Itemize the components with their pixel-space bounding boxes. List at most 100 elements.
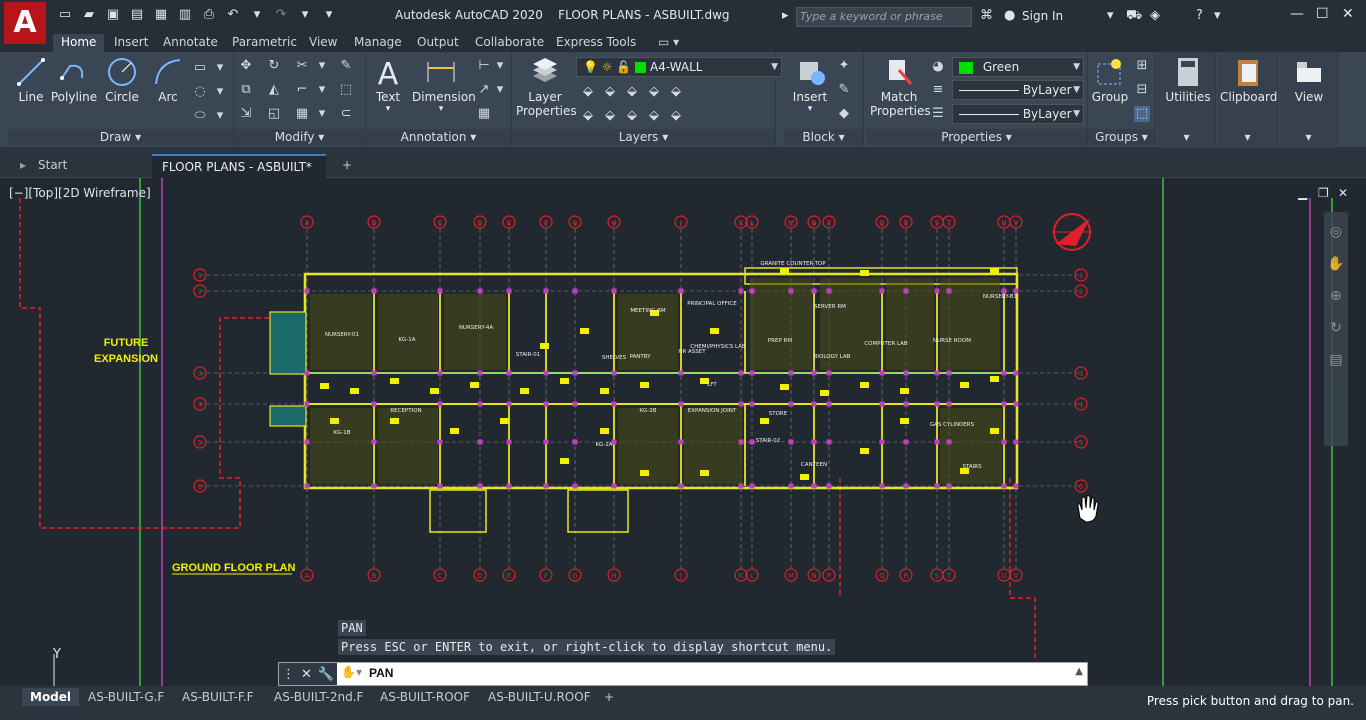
tab-manage[interactable]: Manage [346,34,410,52]
new-icon[interactable]: ▭ [56,6,74,24]
clipboard-panel[interactable]: Clipboard ▾ [1218,52,1278,148]
layer-tool-7-icon[interactable]: ⬙ [602,108,618,124]
utilities-dropdown-icon[interactable]: ▾ [1158,129,1215,145]
dimension-button[interactable]: Dimension ▾ [412,56,476,114]
create-block-icon[interactable]: ✦ [836,58,852,74]
tab-drawing-file[interactable]: FLOOR PLANS - ASBUILT* ✕ [152,154,326,196]
search-input[interactable]: Type a keyword or phrase [796,7,972,27]
explode-icon[interactable]: ⬚ [338,82,354,98]
command-line[interactable]: ⋮ ✕ 🔧 ✋▾ PAN ▲ [278,662,1088,686]
stretch-icon[interactable]: ⇲ [238,106,254,122]
layer-dropdown[interactable]: 💡 ☼ 🔓 A4-WALL ▼ [576,57,782,77]
rectangle-icon[interactable]: ▭ [192,60,208,76]
group-edit-icon[interactable]: ⊟ [1134,82,1150,98]
command-customize-icon[interactable]: 🔧 [318,667,334,682]
group-selection-icon[interactable]: ⬚ [1134,106,1150,122]
orbit-tool-icon[interactable]: ↻ [1324,320,1348,336]
leader-dropdown-icon[interactable]: ▾ [492,82,508,98]
minimize-icon[interactable]: — [1290,6,1304,22]
block-panel-title[interactable]: Block ▾ [784,129,863,145]
groups-panel-title[interactable]: Groups ▾ [1088,129,1155,145]
ungroup-icon[interactable]: ⊞ [1134,58,1150,74]
help-dropdown-icon[interactable]: ▾ [1214,8,1221,23]
color-wheel-icon[interactable]: ◕ [930,59,946,75]
layer-tool-6-icon[interactable]: ⬙ [580,108,596,124]
draw-more-2-icon[interactable]: ▾ [212,84,228,100]
viewport-close-icon[interactable]: ✕ [1338,186,1348,200]
layer-tool-1-icon[interactable]: ⬙ [580,84,596,100]
layer-tool-9-icon[interactable]: ⬙ [646,108,662,124]
polyline-button[interactable]: Polyline [50,56,98,104]
search-expand-icon[interactable]: ▸ [782,8,789,23]
tab-view[interactable]: View [301,34,345,52]
erase-icon[interactable]: ✎ [338,58,354,74]
attribute-icon[interactable]: ◆ [836,106,852,122]
line-button[interactable]: Line [14,56,48,104]
command-recent-icon[interactable]: ▲ [1075,666,1083,677]
layer-tool-4-icon[interactable]: ⬙ [646,84,662,100]
layout-tab-2nd[interactable]: AS-BUILT-2nd.F [266,688,371,706]
app-logo-button[interactable]: A [4,2,46,44]
annotation-panel-title[interactable]: Annotation ▾ [366,129,511,145]
pan-tool-icon[interactable]: ✋ [1324,256,1348,272]
match-properties-button[interactable]: Match Properties [870,56,931,118]
table-icon[interactable]: ▦ [476,106,492,122]
trim-dropdown-icon[interactable]: ▾ [314,58,330,74]
tab-insert[interactable]: Insert [106,34,156,52]
properties-panel-title[interactable]: Properties ▾ [866,129,1087,145]
linear-dim-dropdown-icon[interactable]: ▾ [492,58,508,74]
linetype-icon[interactable]: ☰ [930,106,946,122]
view-panel[interactable]: View ▾ [1280,52,1338,148]
move-icon[interactable]: ✥ [238,58,254,74]
tab-start[interactable]: Start [28,154,150,178]
maximize-icon[interactable]: ☐ [1316,6,1329,22]
trim-icon[interactable]: ✂ [294,58,310,74]
save-as-icon[interactable]: ▤ [128,6,146,24]
insert-dropdown-icon[interactable]: ▾ [788,104,832,114]
help-icon[interactable]: ? [1196,8,1203,23]
layout-tab-model[interactable]: Model [22,688,80,706]
zoom-tool-icon[interactable]: ⊕ [1324,288,1348,304]
redo-dropdown-icon[interactable]: ▾ [296,6,314,24]
array-icon[interactable]: ▦ [294,106,310,122]
customize-qat-icon[interactable]: ▾ [320,6,338,24]
layer-tool-2-icon[interactable]: ⬙ [602,84,618,100]
navigation-bar[interactable]: ◎ ✋ ⊕ ↻ ▤ [1324,212,1348,446]
command-close-icon[interactable]: ✕ [301,667,312,682]
upload-icon[interactable]: ▥ [176,6,194,24]
ellipse-icon[interactable]: ⬭ [192,108,208,124]
showmotion-icon[interactable]: ▤ [1324,352,1348,368]
hatch-icon[interactable]: ◌ [192,84,208,100]
tab-collaborate[interactable]: Collaborate [467,34,552,52]
array-dropdown-icon[interactable]: ▾ [314,106,330,122]
view-button[interactable]: View [1282,56,1336,104]
new-tab-button[interactable]: + [332,154,362,178]
modify-panel-title[interactable]: Modify ▾ [234,129,365,145]
binoculars-icon[interactable]: ⌘ [980,8,993,23]
autodesk-app-icon[interactable]: ◈ [1150,8,1160,23]
layer-properties-button[interactable]: Layer Properties [516,56,577,118]
tab-express-tools[interactable]: Express Tools [548,34,644,52]
sign-in-button[interactable]: Sign In [1022,9,1063,23]
rotate-icon[interactable]: ↻ [266,58,282,74]
view-dropdown-icon[interactable]: ▾ [1280,129,1337,145]
copy-icon[interactable]: ⧉ [238,82,254,98]
color-dropdown[interactable]: Green ▼ [952,57,1084,77]
redo-icon[interactable]: ↷ [272,6,290,24]
viewport-restore-icon[interactable]: ❐ [1318,186,1329,200]
layout-tab-gf[interactable]: AS-BUILT-G.F [80,688,172,706]
draw-more-1-icon[interactable]: ▾ [212,60,228,76]
circle-button[interactable]: Circle [104,56,140,104]
tab-annotate[interactable]: Annotate [155,34,226,52]
close-icon[interactable]: ✕ [1342,6,1354,22]
layout-tab-roof[interactable]: AS-BUILT-ROOF [372,688,478,706]
mirror-icon[interactable]: ◭ [266,82,282,98]
tab-output[interactable]: Output [409,34,467,52]
steering-wheel-icon[interactable]: ◎ [1324,224,1348,240]
clipboard-dropdown-icon[interactable]: ▾ [1218,129,1277,145]
command-input[interactable]: PAN [369,666,393,680]
layers-panel-title[interactable]: Layers ▾ [512,129,775,145]
linear-dim-icon[interactable]: ⊢ [476,58,492,74]
layer-tool-10-icon[interactable]: ⬙ [668,108,684,124]
open-icon[interactable]: ▰ [80,6,98,24]
